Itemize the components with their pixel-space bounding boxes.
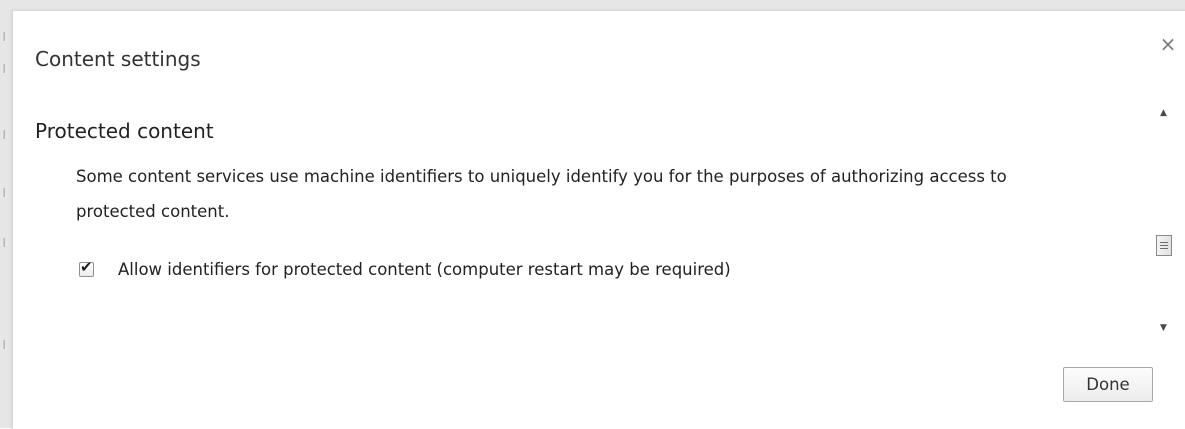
content-settings-dialog: Content settings × Protected content Som… bbox=[12, 10, 1185, 429]
scroll-up-arrow-icon[interactable]: ▲ bbox=[1153, 105, 1174, 122]
background-text-fragment: ı bbox=[2, 124, 7, 143]
done-button[interactable]: Done bbox=[1063, 367, 1153, 402]
background-text-fragment: ı bbox=[2, 334, 7, 353]
scroll-down-arrow-icon[interactable]: ▼ bbox=[1153, 320, 1174, 337]
section-description: Some content services use machine identi… bbox=[76, 167, 1007, 221]
background-text-fragment: ı bbox=[2, 182, 7, 201]
checkmark-icon: ✔ bbox=[80, 257, 93, 276]
thumb-grip-line bbox=[1160, 245, 1168, 246]
thumb-grip-line bbox=[1160, 242, 1168, 243]
background-text-fragment: ı bbox=[2, 232, 7, 251]
section-heading: Protected content bbox=[35, 119, 214, 143]
close-icon[interactable]: × bbox=[1159, 34, 1177, 54]
dialog-content-scroll-area: Protected content Some content services … bbox=[13, 95, 1153, 349]
background-text-fragment: ı bbox=[2, 58, 7, 77]
allow-identifiers-label[interactable]: Allow identifiers for protected content … bbox=[118, 260, 731, 279]
protected-content-checkbox-row[interactable]: ✔ Allow identifiers for protected conten… bbox=[79, 257, 731, 281]
dialog-title: Content settings bbox=[35, 47, 201, 71]
allow-identifiers-checkbox[interactable]: ✔ bbox=[79, 258, 94, 277]
background-text-fragment: ı bbox=[2, 26, 7, 45]
scrollbar-thumb[interactable] bbox=[1156, 235, 1172, 256]
thumb-grip-line bbox=[1160, 248, 1168, 249]
vertical-scrollbar[interactable]: ▲ ▼ bbox=[1153, 95, 1174, 349]
